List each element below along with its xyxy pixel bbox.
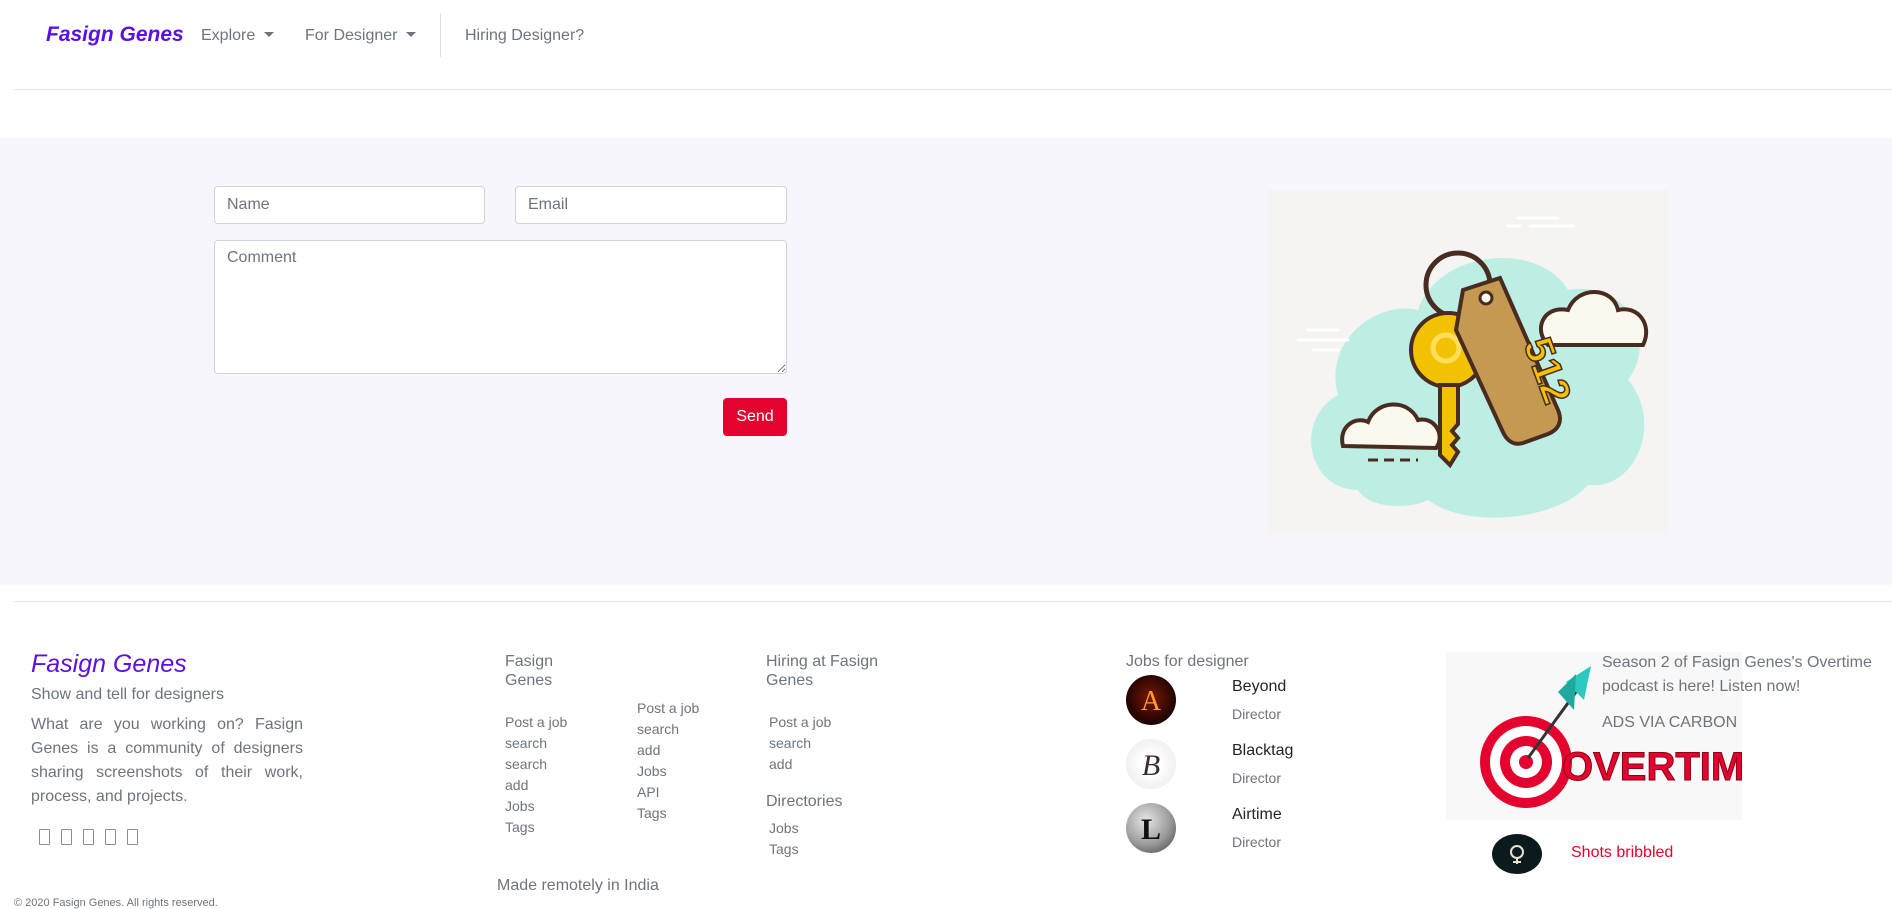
nav-divider [440, 13, 441, 57]
footer-directories-link[interactable]: Tags [769, 841, 799, 857]
footer-directories-link[interactable]: Jobs [769, 820, 799, 836]
key-tag-illustration: 512 [1268, 190, 1668, 535]
email-input[interactable] [515, 186, 787, 224]
footer-directories-heading: Directories [766, 793, 843, 810]
job-role: Director [1232, 834, 1282, 850]
footer-col1-heading: Fasign Genes [505, 653, 554, 689]
footer-tagline: Show and tell for designers [31, 686, 224, 703]
copyright: © 2020 Fasign Genes. All rights reserved… [14, 897, 218, 909]
dribbble-icon[interactable] [127, 829, 138, 845]
facebook-icon[interactable] [61, 829, 72, 845]
avatar-letter: L [1141, 813, 1161, 846]
name-input[interactable] [214, 186, 485, 224]
nav-hiring-link[interactable]: Hiring Designer? [465, 27, 584, 45]
avatar: A [1126, 675, 1176, 725]
job-role: Director [1232, 770, 1282, 786]
footer-col3-link[interactable]: add [769, 756, 792, 772]
nav-explore-dropdown[interactable]: Explore [201, 27, 275, 45]
footer-col1-link[interactable]: Tags [505, 819, 535, 835]
job-company-name[interactable]: Blacktag [1232, 742, 1293, 760]
footer-col1-link[interactable]: Post a job [505, 714, 567, 730]
footer-col2-link[interactable]: API [637, 784, 660, 800]
footer-col1-link[interactable]: search [505, 735, 547, 751]
footer-col2-link[interactable]: search [637, 721, 679, 737]
avatar-letter: B [1142, 749, 1160, 782]
footer-col3-heading: Hiring at Fasign Genes [766, 653, 879, 689]
comment-textarea[interactable] [214, 240, 787, 374]
footer-col2-link[interactable]: add [637, 742, 660, 758]
footer-col3-link[interactable]: Post a job [769, 714, 831, 730]
ad-via-carbon[interactable]: ADS VIA CARBON [1602, 714, 1737, 732]
ad-logo-word: OVERTIME [1562, 745, 1742, 789]
job-role: Director [1232, 706, 1282, 722]
shots-dribbbled-link[interactable]: Shots bribbled [1571, 844, 1673, 862]
nav-explore-label: Explore [201, 27, 256, 44]
chevron-down-icon [406, 32, 417, 37]
footer-about-text: What are you working on? Fasign Genes is… [31, 716, 303, 805]
send-button[interactable]: Send [723, 398, 787, 436]
footer-col2-link[interactable]: Jobs [637, 763, 667, 779]
ad-text[interactable]: Season 2 of Fasign Genes's Overtime podc… [1602, 651, 1892, 699]
footer-col1-link[interactable]: add [505, 777, 528, 793]
avatar: B [1126, 739, 1176, 789]
instagram-icon[interactable] [83, 829, 94, 845]
twitter-icon[interactable] [39, 829, 50, 845]
footer-col3-link[interactable]: search [769, 735, 811, 751]
pinterest-icon[interactable] [105, 829, 116, 845]
footer-col2-link[interactable]: Post a job [637, 700, 699, 716]
footer-col2-link[interactable]: Tags [637, 805, 667, 821]
avatar [1492, 834, 1542, 874]
nav-for-designer-label: For Designer [305, 27, 398, 44]
footer-brand[interactable]: Fasign Genes [31, 650, 187, 679]
avatar: L [1126, 803, 1176, 853]
made-in-india: Made remotely in India [497, 877, 659, 894]
job-company-name[interactable]: Beyond [1232, 678, 1286, 696]
avatar-letter: A [1141, 686, 1162, 717]
footer-col1-link[interactable]: Jobs [505, 798, 535, 814]
brand-logo[interactable]: Fasign Genes [46, 23, 184, 47]
navbar: Fasign Genes Explore For Designer Hiring… [0, 0, 1892, 90]
header-divider [14, 89, 1892, 90]
nav-for-designer-dropdown[interactable]: For Designer [305, 27, 417, 45]
jobs-heading: Jobs for designer [1126, 653, 1249, 670]
footer-col1-link[interactable]: search [505, 756, 547, 772]
footer-divider [14, 601, 1892, 602]
chevron-down-icon [264, 32, 275, 37]
job-company-name[interactable]: Airtime [1232, 806, 1282, 824]
